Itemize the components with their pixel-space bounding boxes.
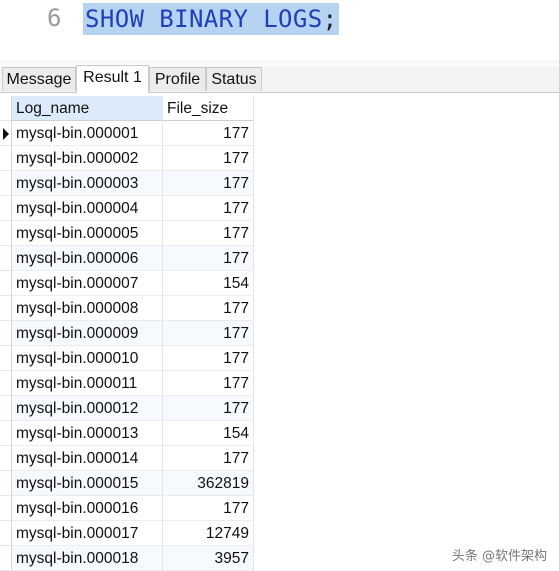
cell-file-size[interactable]: 12749 <box>163 521 254 546</box>
row-selector[interactable] <box>0 121 12 146</box>
cell-file-size[interactable]: 177 <box>163 371 254 396</box>
row-selector[interactable] <box>0 521 12 546</box>
cell-file-size[interactable]: 3957 <box>163 546 254 571</box>
cell-log-name[interactable]: mysql-bin.000009 <box>12 321 163 346</box>
table-row[interactable]: mysql-bin.000002 177 <box>0 146 254 171</box>
row-selector[interactable] <box>0 271 12 296</box>
table-row[interactable]: mysql-bin.000012 177 <box>0 396 254 421</box>
cell-file-size[interactable]: 177 <box>163 196 254 221</box>
table-row[interactable]: mysql-bin.000015 362819 <box>0 471 254 496</box>
cell-log-name[interactable]: mysql-bin.000011 <box>12 371 163 396</box>
cell-file-size[interactable]: 177 <box>163 171 254 196</box>
cell-file-size[interactable]: 177 <box>163 446 254 471</box>
cell-file-size[interactable]: 177 <box>163 321 254 346</box>
table-row[interactable]: mysql-bin.000014 177 <box>0 446 254 471</box>
table-row[interactable]: mysql-bin.000007 154 <box>0 271 254 296</box>
row-selector[interactable] <box>0 346 12 371</box>
code-line-selected[interactable]: SHOW BINARY LOGS; <box>83 3 340 35</box>
column-header-log-name[interactable]: Log_name <box>12 96 163 121</box>
result-tabs: Message Result 1 Profile Status <box>0 65 559 93</box>
row-selector[interactable] <box>0 471 12 496</box>
table-row[interactable]: mysql-bin.000006 177 <box>0 246 254 271</box>
sql-statement: SHOW BINARY LOGS <box>85 5 323 33</box>
watermark: 头条 @软件架构 <box>451 549 547 564</box>
row-selector[interactable] <box>0 146 12 171</box>
cell-log-name[interactable]: mysql-bin.000004 <box>12 196 163 221</box>
table-row[interactable]: mysql-bin.000016 177 <box>0 496 254 521</box>
table-row[interactable]: mysql-bin.000008 177 <box>0 296 254 321</box>
cell-log-name[interactable]: mysql-bin.000006 <box>12 246 163 271</box>
row-selector[interactable] <box>0 371 12 396</box>
cell-file-size[interactable]: 177 <box>163 246 254 271</box>
sql-terminator: ; <box>322 5 338 33</box>
column-header-file-size[interactable]: File_size <box>163 96 254 121</box>
cell-log-name[interactable]: mysql-bin.000012 <box>12 396 163 421</box>
cell-log-name[interactable]: mysql-bin.000014 <box>12 446 163 471</box>
table-row[interactable]: mysql-bin.000013 154 <box>0 421 254 446</box>
table-row[interactable]: mysql-bin.000018 3957 <box>0 546 254 571</box>
tab-profile[interactable]: Profile <box>149 67 206 91</box>
row-selector[interactable] <box>0 171 12 196</box>
cell-file-size[interactable]: 177 <box>163 121 254 146</box>
tab-result-1[interactable]: Result 1 <box>76 65 149 93</box>
row-selector[interactable] <box>0 221 12 246</box>
cell-log-name[interactable]: mysql-bin.000005 <box>12 221 163 246</box>
table-row[interactable]: mysql-bin.000011 177 <box>0 371 254 396</box>
current-row-arrow-icon <box>3 128 9 140</box>
cell-file-size[interactable]: 177 <box>163 221 254 246</box>
cell-file-size[interactable]: 177 <box>163 496 254 521</box>
cell-log-name[interactable]: mysql-bin.000013 <box>12 421 163 446</box>
cell-log-name[interactable]: mysql-bin.000001 <box>12 121 163 146</box>
cell-file-size[interactable]: 177 <box>163 296 254 321</box>
table-row[interactable]: mysql-bin.000009 177 <box>0 321 254 346</box>
row-selector[interactable] <box>0 421 12 446</box>
row-selector[interactable] <box>0 196 12 221</box>
row-selector[interactable] <box>0 246 12 271</box>
table-row[interactable]: mysql-bin.000005 177 <box>0 221 254 246</box>
tab-status[interactable]: Status <box>206 67 262 91</box>
row-selector[interactable] <box>0 546 12 571</box>
cell-log-name[interactable]: mysql-bin.000010 <box>12 346 163 371</box>
cell-log-name[interactable]: mysql-bin.000016 <box>12 496 163 521</box>
cell-log-name[interactable]: mysql-bin.000007 <box>12 271 163 296</box>
cell-file-size[interactable]: 154 <box>163 421 254 446</box>
table-row[interactable]: mysql-bin.000010 177 <box>0 346 254 371</box>
row-selector[interactable] <box>0 446 12 471</box>
header-corner <box>0 96 12 121</box>
cell-log-name[interactable]: mysql-bin.000017 <box>12 521 163 546</box>
tab-message[interactable]: Message <box>2 67 76 91</box>
row-selector[interactable] <box>0 321 12 346</box>
table-row[interactable]: mysql-bin.000017 12749 <box>0 521 254 546</box>
table-row[interactable]: mysql-bin.000004 177 <box>0 196 254 221</box>
sql-editor[interactable]: 6 SHOW BINARY LOGS; <box>0 0 559 60</box>
row-selector[interactable] <box>0 396 12 421</box>
line-number: 6 <box>47 4 62 32</box>
cell-log-name[interactable]: mysql-bin.000003 <box>12 171 163 196</box>
row-selector[interactable] <box>0 296 12 321</box>
cell-file-size[interactable]: 177 <box>163 346 254 371</box>
cell-file-size[interactable]: 154 <box>163 271 254 296</box>
table-row[interactable]: mysql-bin.000001 177 <box>0 121 254 146</box>
cell-log-name[interactable]: mysql-bin.000002 <box>12 146 163 171</box>
cell-file-size[interactable]: 362819 <box>163 471 254 496</box>
cell-log-name[interactable]: mysql-bin.000015 <box>12 471 163 496</box>
table-row[interactable]: mysql-bin.000003 177 <box>0 171 254 196</box>
cell-log-name[interactable]: mysql-bin.000018 <box>12 546 163 571</box>
row-selector[interactable] <box>0 496 12 521</box>
cell-log-name[interactable]: mysql-bin.000008 <box>12 296 163 321</box>
grid-header: Log_name File_size <box>0 96 254 121</box>
cell-file-size[interactable]: 177 <box>163 396 254 421</box>
cell-file-size[interactable]: 177 <box>163 146 254 171</box>
